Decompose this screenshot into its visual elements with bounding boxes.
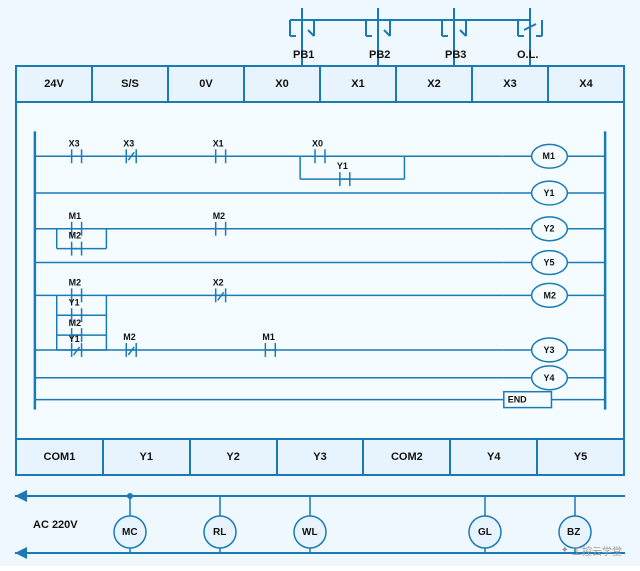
svg-text:X3: X3	[69, 138, 80, 148]
svg-text:END: END	[508, 395, 527, 405]
svg-text:M1: M1	[69, 211, 81, 221]
svg-text:Y1: Y1	[544, 188, 555, 198]
svg-text:PB3: PB3	[445, 49, 466, 61]
svg-text:Y3: Y3	[544, 345, 555, 355]
top-switches-svg: PB1 PB2 PB3 O.L.	[15, 8, 625, 66]
svg-text:M2: M2	[544, 290, 556, 300]
svg-text:Y1: Y1	[337, 161, 348, 171]
svg-text:X2: X2	[213, 277, 224, 287]
plc-box: 24V S/S 0V X0 X1 X2 X3 X4 X	[15, 65, 625, 476]
bottom-svg: AC 220V MC RL WL GL	[15, 478, 625, 566]
svg-text:X3: X3	[123, 138, 134, 148]
svg-text:M1: M1	[262, 332, 274, 342]
terminal-0v: 0V	[169, 67, 245, 101]
terminal-y4: Y4	[451, 440, 538, 474]
terminal-x0: X0	[245, 67, 321, 101]
main-container: PB1 PB2 PB3 O.L. 24V S	[0, 0, 640, 566]
ladder-area: X3 X3 X1 X0	[17, 105, 623, 436]
svg-text:MC: MC	[122, 527, 138, 538]
watermark: ✦ 工控云学堂	[561, 543, 622, 558]
svg-text:AC 220V: AC 220V	[33, 519, 78, 531]
terminal-y1: Y1	[104, 440, 191, 474]
terminal-x2: X2	[397, 67, 473, 101]
svg-text:Y5: Y5	[544, 258, 555, 268]
svg-text:Y4: Y4	[544, 373, 555, 383]
svg-text:GL: GL	[478, 527, 492, 538]
svg-text:Y2: Y2	[544, 224, 555, 234]
svg-text:M1: M1	[543, 151, 555, 161]
svg-text:M2: M2	[69, 231, 81, 241]
svg-text:BZ: BZ	[567, 527, 580, 538]
svg-text:WL: WL	[302, 527, 318, 538]
svg-text:M2: M2	[69, 318, 81, 328]
terminal-com2: COM2	[364, 440, 451, 474]
terminal-y5: Y5	[538, 440, 623, 474]
ladder-svg: X3 X3 X1 X0	[17, 105, 623, 436]
watermark-text: 工控云学堂	[572, 543, 622, 558]
svg-text:M2: M2	[69, 277, 81, 287]
terminal-x4: X4	[549, 67, 623, 101]
terminal-y3: Y3	[278, 440, 365, 474]
svg-text:Y1: Y1	[69, 334, 80, 344]
svg-text:M2: M2	[123, 332, 135, 342]
terminal-x3: X3	[473, 67, 549, 101]
terminal-x1: X1	[321, 67, 397, 101]
terminal-row-top: 24V S/S 0V X0 X1 X2 X3 X4	[17, 67, 623, 103]
svg-text:X0: X0	[312, 138, 323, 148]
svg-text:RL: RL	[213, 527, 226, 538]
terminal-ss: S/S	[93, 67, 169, 101]
watermark-icon: ✦	[561, 545, 569, 556]
svg-text:PB2: PB2	[369, 49, 390, 61]
svg-text:M2: M2	[213, 211, 225, 221]
terminal-y2: Y2	[191, 440, 278, 474]
svg-text:X1: X1	[213, 138, 224, 148]
terminal-row-bottom: COM1 Y1 Y2 Y3 COM2 Y4 Y5	[17, 438, 623, 474]
terminal-com1: COM1	[17, 440, 104, 474]
terminal-24v: 24V	[17, 67, 93, 101]
bottom-section: AC 220V MC RL WL GL	[15, 478, 625, 566]
svg-text:O.L.: O.L.	[517, 49, 538, 61]
svg-text:Y1: Y1	[69, 297, 80, 307]
svg-text:PB1: PB1	[293, 49, 314, 61]
